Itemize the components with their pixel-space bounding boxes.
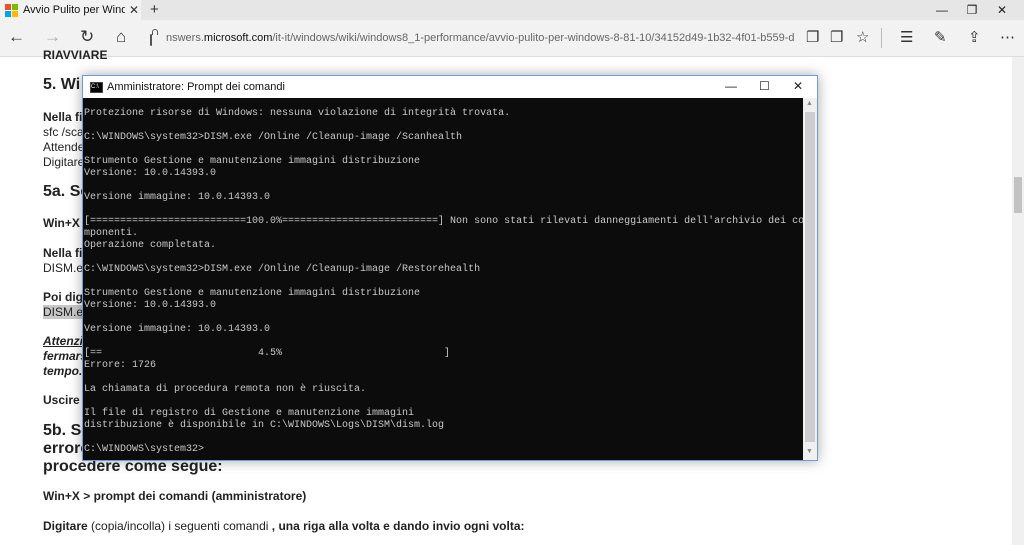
tab-title: Avvio Pulito per Windov bbox=[23, 4, 125, 16]
page-text-fermars: fermars bbox=[43, 349, 88, 363]
console-scrollbar[interactable]: ▲ ▼ bbox=[803, 98, 817, 460]
page-text-nella2: Nella fi bbox=[43, 246, 83, 260]
digitare-normal: (copia/incolla) i seguenti comandi bbox=[87, 519, 272, 533]
page-text-tempo: tempo. bbox=[43, 364, 83, 378]
cmd-title: Amministratore: Prompt dei comandi bbox=[107, 81, 285, 93]
console-scrollbar-thumb[interactable] bbox=[805, 112, 815, 442]
hub-icon[interactable]: ☰ bbox=[900, 28, 913, 46]
cmd-title-bar[interactable]: C:\ Amministratore: Prompt dei comandi —… bbox=[83, 76, 817, 98]
page-text-sfc: sfc /scar bbox=[43, 125, 88, 139]
url-prefix: nswers. bbox=[166, 32, 204, 44]
home-icon[interactable]: ⌂ bbox=[116, 27, 126, 47]
page-text-digitare1: Digitare bbox=[43, 155, 85, 169]
address-bar[interactable]: nswers. microsoft.com/it-it/windows/wiki/… bbox=[150, 27, 795, 49]
page-text-attenzione: Attenzi bbox=[43, 334, 83, 348]
more-icon[interactable]: ⋯ bbox=[1000, 28, 1015, 46]
page-text-digitare2: Digitare (copia/incolla) i seguenti coma… bbox=[43, 519, 525, 533]
microsoft-logo-icon bbox=[5, 3, 18, 17]
close-button[interactable]: ✕ bbox=[980, 0, 1024, 20]
url-path: /it-it/windows/wiki/windows8_1-performan… bbox=[272, 32, 795, 44]
cmd-maximize-button[interactable]: ☐ bbox=[759, 79, 770, 93]
tab-close-icon[interactable]: ✕ bbox=[129, 3, 139, 17]
heading-step5: 5. Wi bbox=[43, 76, 81, 93]
cmd-minimize-button[interactable]: — bbox=[725, 79, 737, 93]
page-text-attende: Attende bbox=[43, 140, 85, 154]
forward-icon[interactable]: → bbox=[44, 27, 61, 47]
page-scrollbar-thumb[interactable] bbox=[1014, 177, 1022, 213]
digitare-bold2: , una riga alla volta e dando invio ogni… bbox=[271, 519, 525, 533]
page-text-riavviare: RIAVVIARE bbox=[43, 48, 108, 62]
url-host: microsoft.com bbox=[203, 32, 273, 44]
scroll-up-icon[interactable]: ▲ bbox=[806, 100, 813, 107]
digitare-bold: Digitare bbox=[43, 519, 88, 533]
reading-mode-icon[interactable]: ❐ bbox=[830, 28, 843, 46]
navigation-bar: ← → ↻ ⌂ nswers. microsoft.com/it-it/windo… bbox=[0, 20, 1024, 57]
scroll-down-icon[interactable]: ▼ bbox=[806, 448, 813, 455]
refresh-icon[interactable]: ↻ bbox=[80, 27, 94, 47]
share-icon[interactable]: ⇪ bbox=[968, 28, 981, 46]
lock-icon bbox=[150, 29, 158, 46]
command-prompt-window[interactable]: C:\ Amministratore: Prompt dei comandi —… bbox=[82, 75, 818, 461]
console-output-area[interactable]: Protezione risorse di Windows: nessuna v… bbox=[83, 98, 803, 460]
tab-active[interactable]: Avvio Pulito per Windov ✕ bbox=[0, 0, 141, 20]
cmd-icon: C:\ bbox=[90, 82, 103, 93]
page-text-nella1: Nella fi bbox=[43, 110, 83, 124]
reading-view-icon[interactable]: ❐ bbox=[806, 28, 819, 46]
new-tab-button[interactable]: + bbox=[150, 1, 159, 18]
web-notes-icon[interactable]: ✎ bbox=[934, 28, 947, 46]
tab-bar: Avvio Pulito per Windov ✕ + — ❐ ✕ bbox=[0, 0, 1024, 20]
page-text-poi: Poi digi bbox=[43, 290, 87, 304]
favorite-star-icon[interactable]: ☆ bbox=[856, 28, 869, 46]
back-icon[interactable]: ← bbox=[8, 27, 25, 47]
page-text-winx2: Win+X > prompt dei comandi (amministrato… bbox=[43, 489, 307, 503]
cmd-close-button[interactable]: ✕ bbox=[793, 79, 803, 93]
toolbar-divider bbox=[881, 28, 882, 48]
page-scrollbar[interactable] bbox=[1012, 57, 1024, 545]
page-text-winx1: Win+X bbox=[43, 216, 80, 230]
console-text: Protezione risorse di Windows: nessuna v… bbox=[84, 108, 803, 455]
